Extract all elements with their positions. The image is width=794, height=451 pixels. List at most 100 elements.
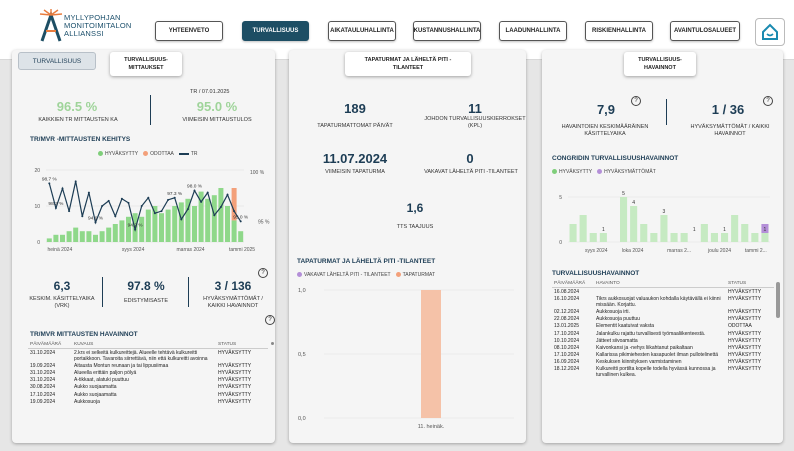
tr-point — [167, 198, 170, 201]
legend-item: ODOTTAA — [143, 151, 174, 157]
table-row[interactable]: 30.08.2024 Aukko suojaamatta HYVÄKSYTTY — [28, 384, 268, 391]
tr-point — [120, 197, 123, 200]
logo-line: ALLIANSSI — [64, 29, 104, 38]
table-row[interactable]: 18.12.2024 Kulkureitti portilta kopelle t… — [552, 366, 774, 379]
sub-tab-turvallisuus[interactable]: TURVALLISUUS — [18, 52, 96, 70]
tr-point — [54, 207, 57, 210]
bar-accepted — [218, 188, 224, 242]
tab-avaintulosalueet[interactable]: AVAINTULOSALUEET — [670, 21, 740, 41]
y-tick-label: 0 — [37, 240, 40, 246]
scroll-indicator[interactable] — [271, 342, 274, 345]
tr-point — [186, 208, 189, 211]
legend-item: HYVÄKSYMÄTTÖMÄT — [597, 169, 656, 175]
table-cell: HYVÄKSYTTY — [728, 337, 762, 344]
data-label: 5 — [622, 191, 625, 197]
col-header: STATUS — [216, 341, 268, 349]
table-cell: HYVÄKSYTTY — [728, 366, 762, 373]
legend-label: VAKAVAT LÄHELTÄ PITI - TILANTEET — [304, 272, 391, 278]
accident-chart-legend: VAKAVAT LÄHELTÄ PITI - TILANTEET TAPATUR… — [297, 272, 435, 278]
table-row[interactable]: 13.01.2025 Elementit kaatuivat vaksta ODOT… — [552, 323, 774, 330]
tab-riskienhallinta[interactable]: RISKIENHALLINTA — [585, 21, 653, 41]
observation-table: PÄIVÄMÄÄRÄ HAVAINTO STATUS 16.08.2024 HYV… — [552, 280, 774, 438]
table-row[interactable]: 16.09.2024 Keskuksen kiinnityksen varmist… — [552, 359, 774, 366]
bar-accepted — [112, 224, 118, 242]
bar-accepted — [106, 227, 112, 242]
divider — [666, 99, 667, 125]
sub-tab-mittaukset[interactable]: TURVALLISUUS-MITTAUKSET — [110, 52, 182, 76]
tab-laadunhallinta[interactable]: LAADUNHALLINTA — [499, 21, 567, 41]
bar-accepted — [53, 234, 59, 242]
help-icon[interactable]: ? — [265, 315, 275, 325]
y-tick-label: 1,0 — [298, 288, 306, 294]
table-row[interactable]: 02.12.2024 Aukkosuoja irti. HYVÄKSYTTY — [552, 308, 774, 315]
tab-kustannushallinta[interactable]: KUSTANNUSHALLINTA — [413, 21, 481, 41]
tr-point — [48, 182, 51, 185]
tr-point — [206, 191, 209, 194]
table-row[interactable]: 16.08.2024 HYVÄKSYTTY — [552, 288, 774, 296]
table-row[interactable]: 17.10.2024 Jalankulku rajattu turvallises… — [552, 330, 774, 337]
table-row[interactable]: 16.10.2024 Tikrs aukkosuojat valuaukon ko… — [552, 295, 774, 308]
kpi-rejected-observations: 1 / 36 — [711, 102, 745, 117]
data-label: 98.3 % — [48, 201, 64, 207]
tr-point — [213, 214, 216, 217]
table-row[interactable]: 31.10.2024 A-tikkaat, alatuki puuttuu HYVÄ… — [28, 377, 268, 384]
bar-accepted — [700, 224, 708, 242]
table-cell — [594, 288, 726, 296]
table-row[interactable]: 31.10.2024 2.krs ei selkeitä kulkureittej… — [28, 349, 268, 363]
table-cell: 02.12.2024 — [554, 308, 580, 315]
table-cell: 19.09.2024 — [30, 398, 56, 405]
x-tick-label: marras 2024 — [177, 247, 205, 253]
table-cell: Kaivonkansi ja -nehys liikahtanut paikal… — [596, 344, 693, 351]
bar-accepted — [731, 215, 739, 242]
table-row[interactable]: 31.10.2024 Alueella erittäin paljon pölyä… — [28, 369, 268, 376]
table-row[interactable]: 17.10.2024 Aukko suojaamatta HYVÄKSYTTY — [28, 391, 268, 398]
data-label: 97.3 % — [167, 191, 183, 197]
scrollbar[interactable] — [776, 282, 780, 318]
accident-chart: 0,0 0,5 1,0 11. heinäk. — [298, 288, 514, 430]
table-cell: Elementit kaatuivat vaksta — [596, 323, 655, 330]
y-tick-label: 10 — [34, 204, 40, 210]
y-right-tick-label: 95 % — [258, 219, 270, 225]
sub-tab-tapaturmat[interactable]: TAPATURMAT JA LÄHELTÄ PITI -TILANTEET — [345, 52, 471, 76]
col-header: KUVAUS — [72, 341, 216, 349]
tr-point — [147, 196, 150, 199]
table-row[interactable]: 08.10.2024 Kaivonkansi ja -nehys liikahta… — [552, 344, 774, 351]
bar-accepted — [670, 233, 678, 242]
table-row[interactable]: 10.10.2024 Jätteet siivoamatta HYVÄKSYTTY — [552, 337, 774, 344]
bar-accepted — [145, 209, 151, 242]
tr-point — [140, 205, 143, 207]
legend-label: TR — [190, 151, 198, 157]
table-cell: 22.08.2024 — [554, 316, 580, 323]
kpi-last-accident-label: VIIMEISIN TAPATURMA — [325, 169, 385, 175]
y-right-tick-label: 100 % — [250, 170, 265, 176]
home-button[interactable] — [755, 18, 785, 46]
table-row[interactable]: 19.09.2024 Aukkosuoja HYVÄKSYTTY — [28, 398, 268, 405]
tab-turvallisuus[interactable]: TURVALLISUUS — [242, 21, 309, 41]
kpi-avg-tr-label: KAIKKIEN TR MITTAUSTEN KA — [38, 117, 118, 123]
data-label: 1 — [602, 227, 605, 233]
bar-accepted — [225, 206, 230, 242]
bar-accepted — [231, 220, 237, 242]
tr-point — [173, 196, 176, 199]
table-cell: HYVÄKSYTTY — [218, 377, 252, 384]
bar-accepted — [721, 233, 729, 242]
sub-tab-havainnot[interactable]: TURVALLISUUS-HAVAINNOT — [624, 52, 696, 76]
tab-aikataulunhallinta[interactable]: AIKATAULUHALLINTA — [328, 21, 396, 41]
tr-chart-title: TR/MVR -MITTAUSTEN KEHITYS — [30, 136, 131, 143]
tr-point — [81, 215, 84, 218]
col-header: PÄIVÄMÄÄRÄ — [552, 280, 594, 288]
kpi-handling-time: 6,3 — [53, 279, 71, 293]
bar-accepted — [178, 202, 184, 242]
tab-yhteenveto[interactable]: YHTEENVETO — [155, 21, 223, 41]
tr-point — [153, 212, 156, 215]
table-cell: Kallarissa pikimiehesten kasapuolet ilma… — [596, 352, 719, 359]
x-tick-label: loka 2024 — [622, 248, 644, 254]
help-icon[interactable]: ? — [258, 268, 268, 278]
help-icon[interactable]: ? — [631, 96, 641, 106]
table-row[interactable]: 17.10.2024 Kallarissa pikimiehesten kasap… — [552, 352, 774, 359]
table-row[interactable]: 22.08.2024 Aukkosuoja puuttuu HYVÄKSYTTY — [552, 316, 774, 323]
col-header: STATUS — [726, 280, 774, 288]
alliance-logo-icon — [39, 9, 63, 42]
table-row[interactable]: 19.09.2024 Aitausta Montun reunaan ja tai… — [28, 362, 268, 369]
bar-accepted — [99, 231, 105, 242]
